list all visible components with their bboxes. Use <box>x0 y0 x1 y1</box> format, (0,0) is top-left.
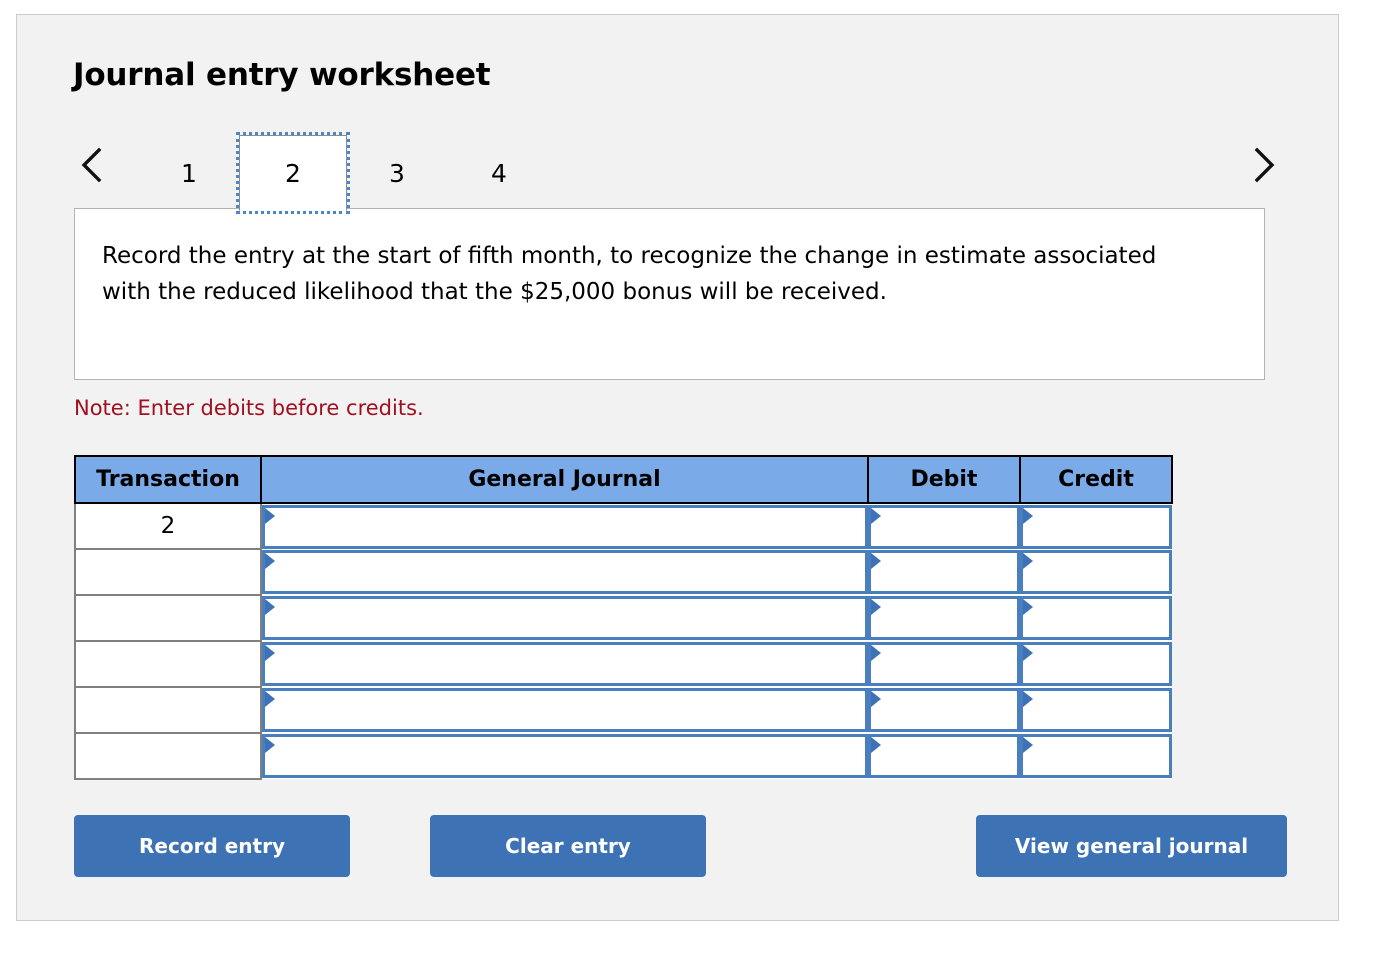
table-row <box>75 733 1172 779</box>
table-row <box>75 595 1172 641</box>
debit-input[interactable] <box>868 688 1020 732</box>
dropdown-marker-icon <box>265 599 275 615</box>
dropdown-marker-icon <box>1023 508 1033 524</box>
credit-input[interactable] <box>1020 596 1172 640</box>
table-row <box>75 549 1172 595</box>
chevron-left-icon[interactable] <box>73 143 111 187</box>
debits-before-credits-note: Note: Enter debits before credits. <box>74 396 424 420</box>
credit-cell <box>1020 595 1172 641</box>
transaction-description-box: Record the entry at the start of fifth m… <box>74 208 1265 380</box>
credit-cell <box>1020 549 1172 595</box>
debit-input[interactable] <box>868 642 1020 686</box>
dropdown-marker-icon <box>1023 645 1033 661</box>
transaction-number-cell: 2 <box>75 503 261 549</box>
journal-entry-table: Transaction General Journal Debit Credit… <box>74 455 1173 780</box>
transaction-number-cell <box>75 733 261 779</box>
page-title: Journal entry worksheet <box>73 57 490 93</box>
general-journal-cell <box>261 595 868 641</box>
table-row <box>75 687 1172 733</box>
column-header-transaction: Transaction <box>75 456 261 503</box>
dropdown-marker-icon <box>1023 553 1033 569</box>
dropdown-marker-icon <box>1023 691 1033 707</box>
credit-input[interactable] <box>1020 734 1172 778</box>
tab-2[interactable]: 2 <box>239 135 347 211</box>
general-journal-input[interactable] <box>262 688 868 732</box>
table-row: 2 <box>75 503 1172 549</box>
general-journal-input[interactable] <box>262 734 868 778</box>
column-header-credit: Credit <box>1020 456 1172 503</box>
general-journal-input[interactable] <box>262 596 868 640</box>
debit-input[interactable] <box>868 550 1020 594</box>
general-journal-input[interactable] <box>262 505 868 549</box>
credit-input[interactable] <box>1020 505 1172 549</box>
chevron-right-icon[interactable] <box>1245 143 1283 187</box>
view-general-journal-button[interactable]: View general journal <box>976 815 1287 877</box>
dropdown-marker-icon <box>1023 737 1033 753</box>
transaction-number-cell <box>75 687 261 733</box>
tab-1[interactable]: 1 <box>135 135 243 211</box>
general-journal-cell <box>261 549 868 595</box>
general-journal-cell <box>261 687 868 733</box>
general-journal-cell <box>261 733 868 779</box>
debit-cell <box>868 733 1020 779</box>
table-row <box>75 641 1172 687</box>
dropdown-marker-icon <box>265 691 275 707</box>
transaction-number-cell <box>75 595 261 641</box>
dropdown-marker-icon <box>871 508 881 524</box>
credit-cell <box>1020 503 1172 549</box>
dropdown-marker-icon <box>871 599 881 615</box>
dropdown-marker-icon <box>871 691 881 707</box>
tab-4[interactable]: 4 <box>445 135 553 211</box>
dropdown-marker-icon <box>871 645 881 661</box>
debit-cell <box>868 687 1020 733</box>
debit-input[interactable] <box>868 734 1020 778</box>
credit-cell <box>1020 641 1172 687</box>
dropdown-marker-icon <box>265 508 275 524</box>
debit-cell <box>868 503 1020 549</box>
general-journal-input[interactable] <box>262 550 868 594</box>
general-journal-input[interactable] <box>262 642 868 686</box>
dropdown-marker-icon <box>871 553 881 569</box>
credit-cell <box>1020 733 1172 779</box>
column-header-general-journal: General Journal <box>261 456 868 503</box>
record-entry-button[interactable]: Record entry <box>74 815 350 877</box>
dropdown-marker-icon <box>1023 599 1033 615</box>
debit-input[interactable] <box>868 596 1020 640</box>
credit-input[interactable] <box>1020 550 1172 594</box>
transaction-number-cell <box>75 549 261 595</box>
tab-3[interactable]: 3 <box>343 135 451 211</box>
worksheet-tab-bar: 1 2 3 4 <box>73 127 1283 211</box>
transaction-description-text: Record the entry at the start of fifth m… <box>102 238 1162 310</box>
debit-input[interactable] <box>868 505 1020 549</box>
column-header-debit: Debit <box>868 456 1020 503</box>
dropdown-marker-icon <box>265 737 275 753</box>
debit-cell <box>868 549 1020 595</box>
transaction-number-cell <box>75 641 261 687</box>
clear-entry-button[interactable]: Clear entry <box>430 815 706 877</box>
dropdown-marker-icon <box>871 737 881 753</box>
dropdown-marker-icon <box>265 553 275 569</box>
dropdown-marker-icon <box>265 645 275 661</box>
table-header-row: Transaction General Journal Debit Credit <box>75 456 1172 503</box>
debit-cell <box>868 595 1020 641</box>
credit-input[interactable] <box>1020 688 1172 732</box>
general-journal-cell <box>261 503 868 549</box>
general-journal-cell <box>261 641 868 687</box>
credit-input[interactable] <box>1020 642 1172 686</box>
journal-entry-worksheet-panel: Journal entry worksheet 1 2 3 4 Record t… <box>16 14 1339 921</box>
debit-cell <box>868 641 1020 687</box>
credit-cell <box>1020 687 1172 733</box>
